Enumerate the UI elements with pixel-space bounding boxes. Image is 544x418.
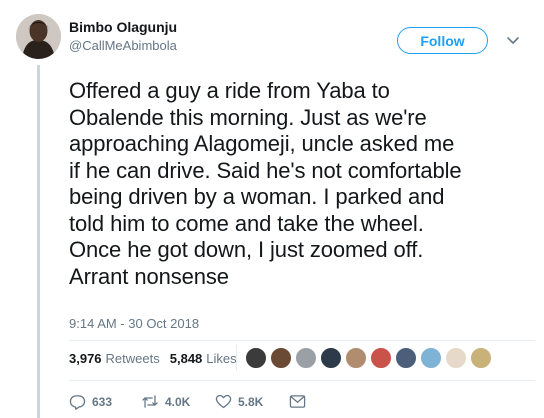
divider: [69, 340, 535, 341]
liker-avatar[interactable]: [470, 347, 492, 369]
retweet-icon: [142, 395, 158, 408]
tweet-text-line: Offered a guy a ride from Yaba to: [69, 78, 390, 103]
liker-avatar[interactable]: [445, 347, 467, 369]
follow-button[interactable]: Follow: [397, 27, 488, 54]
tweet-text-line: Arrant nonsense: [69, 263, 229, 289]
envelope-icon: [289, 395, 306, 408]
author-avatar[interactable]: [16, 14, 61, 59]
liker-avatar[interactable]: [345, 347, 367, 369]
tweet-card: Bimbo Olagunju @CallMeAbimbola Follow Of…: [0, 0, 544, 418]
tweet-timestamp[interactable]: 9:14 AM - 30 Oct 2018: [69, 316, 199, 331]
liker-avatar[interactable]: [270, 347, 292, 369]
tweet-text-line: told him to come and take the wheel.: [69, 210, 424, 236]
tweet-text: Offered a guy a ride from Yaba to Obalen…: [69, 78, 534, 290]
likes-label[interactable]: Likes: [206, 351, 236, 366]
engagement-stats: 3,976 Retweets 5,848 Likes: [69, 351, 247, 366]
reply-count: 633: [92, 394, 113, 409]
liker-avatar[interactable]: [370, 347, 392, 369]
liker-avatars: [245, 347, 495, 369]
chevron-down-icon[interactable]: [506, 33, 520, 47]
liker-avatar[interactable]: [295, 347, 317, 369]
like-count: 5.8K: [238, 394, 264, 409]
liker-avatar[interactable]: [320, 347, 342, 369]
liker-avatar[interactable]: [245, 347, 267, 369]
heart-icon: [215, 394, 232, 409]
direct-message-button[interactable]: [289, 394, 306, 409]
likes-count[interactable]: 5,848: [170, 351, 203, 366]
tweet-text-line: approaching Alagomeji, uncle asked me: [69, 131, 455, 156]
divider: [69, 380, 535, 381]
retweets-count[interactable]: 3,976: [69, 351, 102, 366]
retweets-label[interactable]: Retweets: [106, 351, 160, 366]
reply-button[interactable]: 633: [69, 393, 141, 410]
stats-separator: [236, 345, 237, 371]
like-button[interactable]: 5.8K: [215, 393, 289, 410]
retweet-count: 4.0K: [165, 394, 191, 409]
author-name[interactable]: Bimbo Olagunju: [69, 19, 177, 35]
thread-line: [37, 65, 40, 418]
reply-icon: [69, 395, 86, 410]
tweet-text-line: Obalende this morning. Just as we're: [69, 104, 427, 130]
author-handle[interactable]: @CallMeAbimbola: [69, 38, 177, 53]
tweet-text-line: Once he got down, I just zoomed off.: [69, 237, 424, 262]
tweet-text-line: being driven by a woman. I parked and: [69, 184, 445, 209]
tweet-text-line: if he can drive. Said he's not comfortab…: [69, 157, 462, 183]
liker-avatar[interactable]: [420, 347, 442, 369]
retweet-button[interactable]: 4.0K: [141, 393, 215, 410]
avatar-photo: [16, 14, 61, 59]
liker-avatar[interactable]: [395, 347, 417, 369]
tweet-actions: 633 4.0K 5.8K: [69, 393, 306, 410]
